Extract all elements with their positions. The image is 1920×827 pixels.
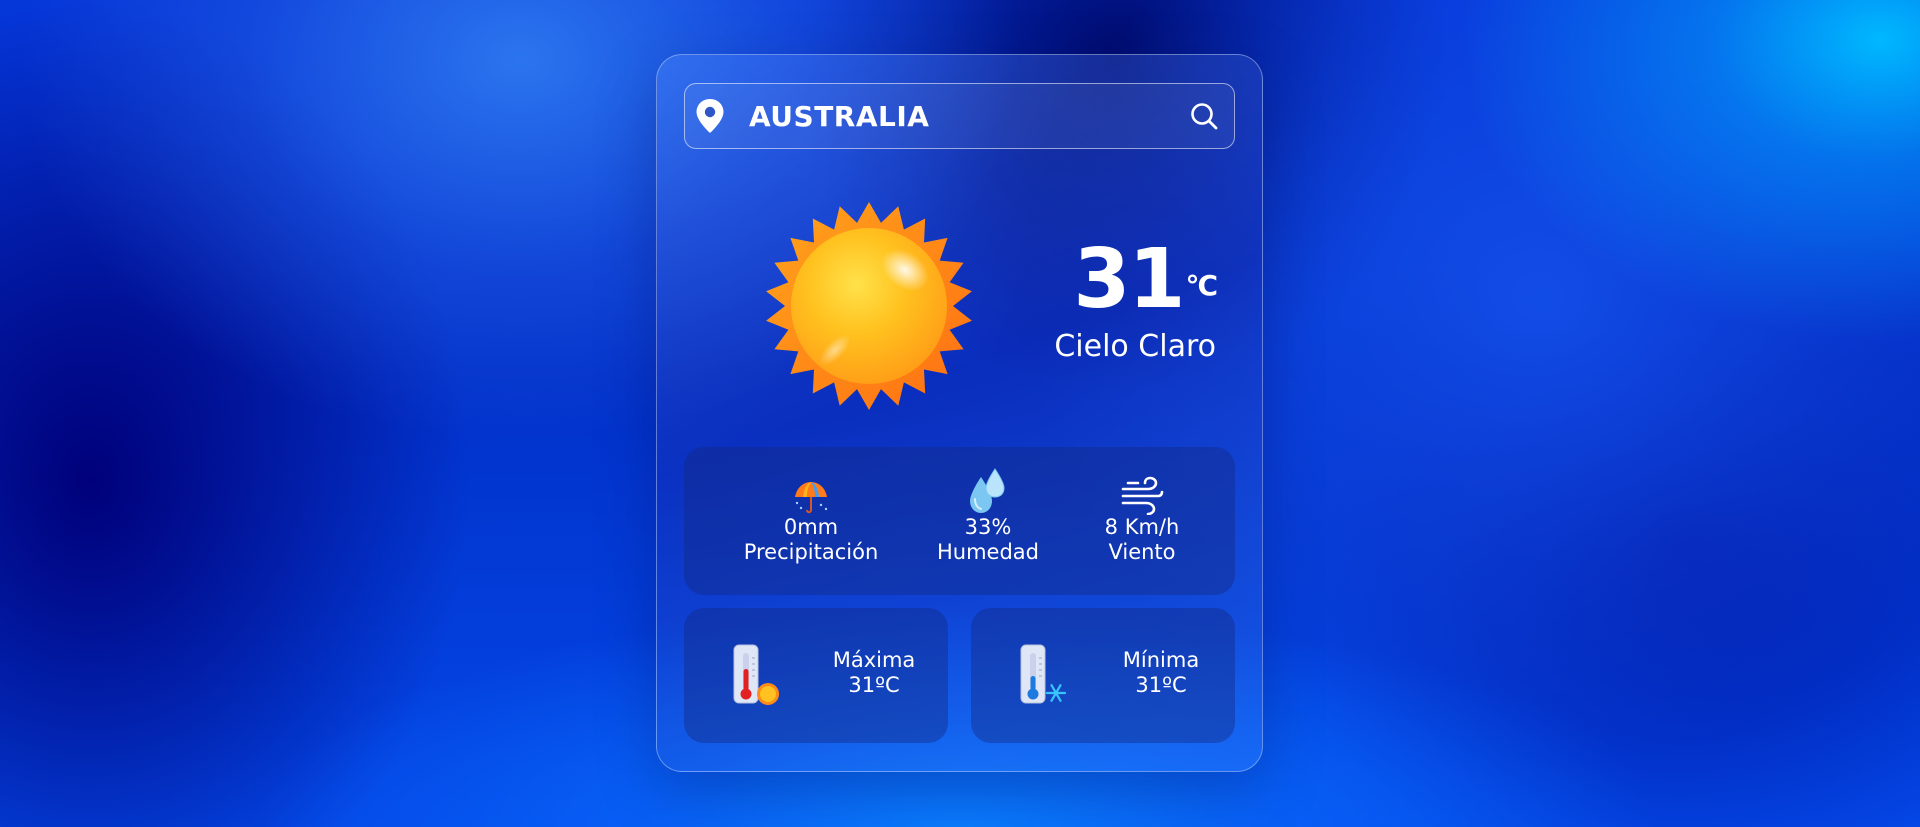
temperature-unit: °C — [1185, 269, 1218, 302]
stat-wind: 8 Km/h Viento — [1057, 471, 1227, 565]
water-drops-icon — [970, 468, 1005, 513]
weather-page: { "search": { "value": "AUSTRALIA", "loc… — [0, 0, 1920, 827]
current-temperature-block: 31°C Cielo Claro — [1054, 232, 1218, 365]
weather-card: 31°C Cielo Claro 0mm Precipitación — [656, 54, 1263, 772]
stat-humidity: 33% Humedad — [903, 468, 1073, 565]
min-value: 31ºC — [1135, 673, 1187, 697]
sun-icon — [766, 202, 972, 410]
search-icon[interactable] — [1188, 100, 1220, 132]
max-label: Máxima — [832, 648, 916, 672]
max-value: 31ºC — [848, 673, 900, 697]
precipitation-value: 0mm — [783, 515, 839, 539]
temperature-value: 31°C — [1054, 232, 1218, 327]
max-temperature-card: Máxima 31ºC — [684, 608, 948, 743]
wind-label: Viento — [1108, 540, 1176, 564]
weather-description: Cielo Claro — [1054, 329, 1216, 364]
cold-thermometer-icon — [1020, 644, 1067, 704]
humidity-label: Humedad — [936, 540, 1039, 564]
min-label: Mínima — [1122, 648, 1200, 672]
hot-thermometer-icon — [733, 644, 779, 705]
wind-icon — [1121, 476, 1164, 515]
wind-value: 8 Km/h — [1104, 515, 1180, 539]
umbrella-icon — [795, 482, 828, 514]
weather-stats-panel: 0mm Precipitación 33% Humedad 8 Km/h Vie… — [684, 447, 1235, 595]
humidity-value: 33% — [964, 515, 1012, 539]
temperature-number: 31 — [1073, 232, 1185, 327]
map-pin-icon — [696, 99, 724, 133]
location-input[interactable] — [749, 92, 1169, 140]
min-temperature-card: Mínima 31ºC — [971, 608, 1235, 743]
location-search-bar[interactable] — [684, 83, 1235, 149]
precipitation-label: Precipitación — [743, 540, 879, 564]
stat-precipitation: 0mm Precipitación — [726, 471, 896, 565]
